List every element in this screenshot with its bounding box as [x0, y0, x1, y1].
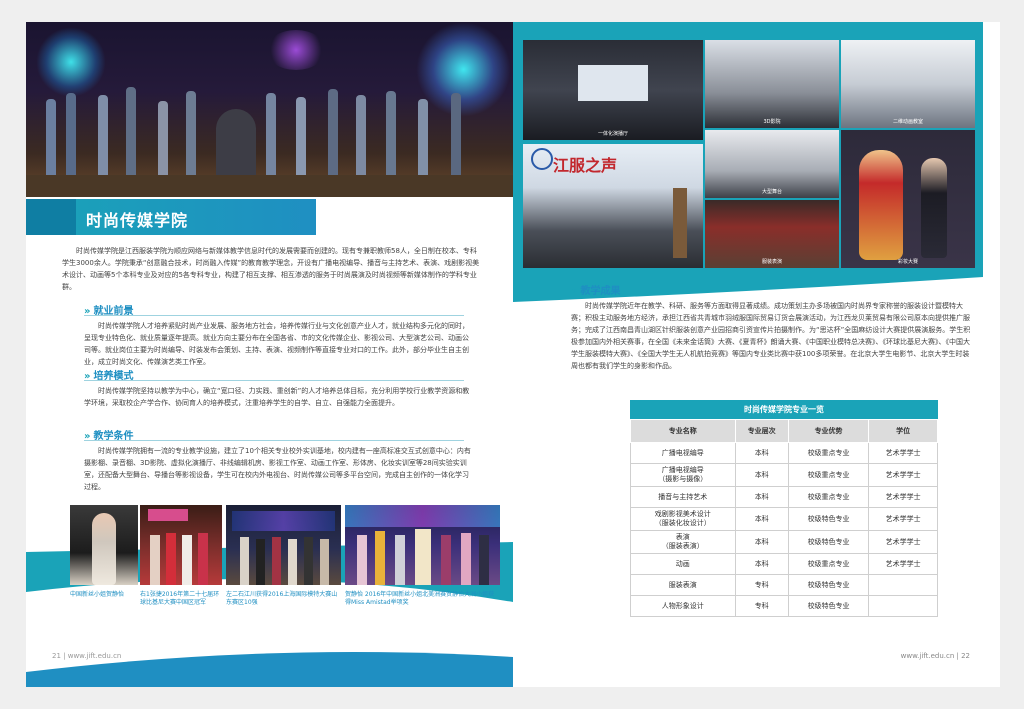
- photo-tag: 大型舞台: [761, 189, 782, 195]
- runway-stage: [26, 175, 513, 197]
- table-row: 广播电视编导 本科 校级重点专业 艺术学学士: [630, 442, 938, 464]
- table-row: 戏剧影视美术设计 （服装化妆设计） 本科 校级特色专业 艺术学学士: [630, 507, 938, 531]
- table-cell: 艺术学学士: [868, 486, 938, 508]
- award-photo: [345, 505, 500, 585]
- table-cell: 戏剧影视美术设计 （服装化妆设计）: [630, 507, 736, 531]
- table-row: 播音与主持艺术 本科 校级重点专业 艺术学学士: [630, 486, 938, 508]
- training-paragraph: 时尚传媒学院坚持以教学为中心，确立“宽口径、力实践、重创新”的人才培养总体目标，…: [84, 387, 470, 407]
- photo-caption: 中国新丝小姐贺静怡: [70, 591, 125, 598]
- section-divider: [84, 440, 464, 441]
- table-cell: 服装表演: [630, 574, 736, 596]
- costume-photo: 彩妆大赛: [841, 130, 975, 268]
- majors-table: 时尚传媒学院专业一览 专业名称 专业层次 专业优势 学位 广播电视编导 本科 校级重…: [630, 400, 938, 617]
- table-row: 广播电视编导 （摄影与摄像） 本科 校级重点专业 艺术学学士: [630, 463, 938, 487]
- right-page: 一体化演播厅 3D影院 二维动画教室 江服之声 大型舞台 服装表演 彩妆大赛 »…: [513, 22, 1000, 687]
- table-cell: [868, 574, 938, 596]
- intro-paragraph: 时尚传媒学院是江西服装学院为顺应网络与新媒体教学信息时代的发展需要而创建的。现有…: [62, 247, 480, 291]
- photo-tag: 3D影院: [763, 119, 781, 125]
- table-cell: 本科: [734, 442, 789, 464]
- table-cell: 广播电视编导 （摄影与摄像）: [630, 463, 736, 487]
- table-cell: 动画: [630, 553, 736, 575]
- page-footer: www.jift.edu.cn | 22: [900, 652, 970, 660]
- table-cell: 艺术学学士: [868, 507, 938, 531]
- section-heading-achievements: » 教学成果: [571, 286, 621, 297]
- table-header-row: 专业名称 专业层次 专业优势 学位: [630, 419, 938, 443]
- table-cell: 本科: [734, 486, 789, 508]
- facilities-photo-grid: 一体化演播厅 3D影院 二维动画教室 江服之声 大型舞台 服装表演 彩妆大赛: [523, 40, 975, 268]
- column-header: 专业名称: [630, 419, 736, 443]
- table-cell: 本科: [734, 463, 789, 487]
- table-cell: 校级重点专业: [787, 442, 870, 464]
- photo-caption: 贺静怡 2016年中国新丝小姐北美洲赛贺静怡大洲小姐获得Miss Amistad…: [345, 591, 495, 606]
- table-cell: 校级特色专业: [787, 507, 870, 531]
- photo-tag: 一体化演播厅: [597, 131, 628, 137]
- photo-caption: 右1张捷2016年第二十七届环球比基尼大赛中国区冠军: [140, 591, 220, 606]
- double-chevron-icon: »: [571, 286, 578, 297]
- award-photo: [226, 505, 341, 585]
- college-logo-icon: [531, 148, 553, 170]
- table-row: 人物形象设计 专科 校级特色专业: [630, 595, 938, 617]
- table-cell: 本科: [734, 530, 789, 554]
- table-cell: 校级特色专业: [787, 595, 870, 617]
- section-divider: [84, 315, 464, 316]
- left-page: 时尚传媒学院 时尚传媒学院是江西服装学院为顺应网络与新媒体教学信息时代的发展需要…: [26, 22, 513, 687]
- photo-caption: 左二石江川获得2016上海国际模特大赛山东赛区10强: [226, 591, 338, 606]
- section-divider: [84, 380, 464, 381]
- table-cell: 播音与主持艺术: [630, 486, 736, 508]
- table-cell: 校级重点专业: [787, 463, 870, 487]
- table-cell: 广播电视编导: [630, 442, 736, 464]
- table-cell: 人物形象设计: [630, 595, 736, 617]
- banner-text: 江服之声: [553, 156, 618, 175]
- column-header: 专业优势: [787, 419, 870, 443]
- award-photo: [140, 505, 222, 585]
- table-row: 表演 （服装表演） 本科 校级特色专业 艺术学学士: [630, 530, 938, 554]
- column-header: 学位: [868, 419, 938, 443]
- title-banner: 时尚传媒学院: [26, 199, 316, 235]
- table-row: 动画 本科 校级重点专业 艺术学学士: [630, 553, 938, 575]
- table-cell: 表演 （服装表演）: [630, 530, 736, 554]
- table-caption: 时尚传媒学院专业一览: [630, 400, 938, 419]
- employment-paragraph: 时尚传媒学院人才培养紧贴时尚产业发展、服务地方社会，培养传媒行业与文化创意产业人…: [84, 322, 469, 366]
- facilities-paragraph: 时尚传媒学院拥有一流的专业教学设施，建立了10个相关专业校外实训基地，校内建有一…: [84, 447, 471, 491]
- table-cell: 艺术学学士: [868, 530, 938, 554]
- facility-photo: 服装表演: [705, 200, 839, 268]
- table-cell: 专科: [734, 595, 789, 617]
- table-cell: 本科: [734, 553, 789, 575]
- table-cell: 艺术学学士: [868, 463, 938, 487]
- award-photos: 中国新丝小姐贺静怡 右1张捷2016年第二十七届环球比基尼大赛中国区冠军 左二石…: [70, 505, 500, 615]
- facility-photo: 一体化演播厅: [523, 40, 703, 140]
- table-cell: 校级重点专业: [787, 486, 870, 508]
- table-cell: 专科: [734, 574, 789, 596]
- page-title: 时尚传媒学院: [86, 211, 189, 230]
- facility-photo: 大型舞台: [705, 130, 839, 198]
- photo-tag: 二维动画教室: [892, 119, 923, 125]
- table-row: 服装表演 专科 校级特色专业: [630, 574, 938, 596]
- award-photo: [70, 505, 138, 585]
- table-cell: 校级特色专业: [787, 574, 870, 596]
- table-cell: [868, 595, 938, 617]
- facility-photo: 3D影院: [705, 40, 839, 128]
- achievements-paragraph: 时尚传媒学院近年在教学、科研、服务等方面取得显著成绩。成功策划主办多场被国内时尚…: [571, 302, 971, 370]
- photo-tag: 服装表演: [761, 259, 782, 265]
- table-cell: 本科: [734, 507, 789, 531]
- fashion-show-photo: [26, 22, 513, 197]
- table-cell: 艺术学学士: [868, 442, 938, 464]
- title-accent-block: [26, 199, 76, 235]
- table-cell: 艺术学学士: [868, 553, 938, 575]
- studio-photo: 江服之声: [523, 144, 703, 268]
- column-header: 专业层次: [734, 419, 789, 443]
- photo-tag: 彩妆大赛: [897, 259, 918, 265]
- table-cell: 校级特色专业: [787, 530, 870, 554]
- facility-photo: 二维动画教室: [841, 40, 975, 128]
- table-cell: 校级重点专业: [787, 553, 870, 575]
- page-footer: 21 | www.jift.edu.cn: [52, 652, 122, 660]
